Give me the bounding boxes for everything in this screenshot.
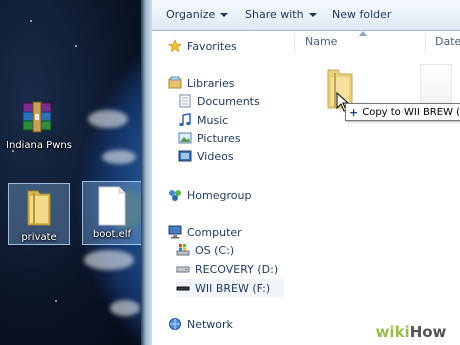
nav-label: Libraries [187,76,235,90]
file-icon [98,186,126,226]
nav-item-homegroup[interactable]: Homegroup [168,188,251,202]
homegroup-icon [169,190,181,201]
nav-label: Documents [197,94,260,108]
nav-item-recovery-d[interactable]: RECOVERY (D:) [176,262,278,276]
column-separator [294,33,295,53]
share-with-button[interactable]: Share with [245,8,317,21]
nav-item-network[interactable]: Network [168,317,233,331]
watermark-wiki: wiki [375,323,410,341]
nav-label: Homegroup [187,188,252,202]
libraries-icon [168,76,182,89]
nav-label: Favorites [187,39,237,53]
star [30,20,32,22]
nav-label: Videos [197,149,234,163]
star-icon [168,39,182,53]
desktop-icon-label: Indiana Pwns [6,140,72,151]
earth-cloud [84,250,134,270]
nav-item-music[interactable]: Music [178,113,228,127]
command-bar: Organize Share with New folder [152,0,460,31]
nav-item-os-c[interactable]: OS (C:) [176,243,234,257]
column-separator [425,33,426,53]
organize-label: Organize [166,8,216,21]
desktop-icon-label: boot.elf [92,229,132,240]
usb-drive-icon [176,286,190,291]
folder-icon [27,190,51,226]
network-icon [169,318,181,330]
nav-label: WII BREW (F:) [195,281,271,295]
sort-up-icon [359,31,367,36]
wikihow-watermark: wiki How [362,319,460,345]
share-with-label: Share with [245,8,304,21]
computer-icon [168,225,182,239]
chevron-down-icon [308,13,317,17]
desktop-icon-indiana-pwns[interactable]: Indiana Pwns [6,100,72,151]
winrar-archive-icon [22,101,52,133]
earth-cloud [88,110,128,128]
explorer-window: Organize Share with New folder Favorites… [152,0,460,345]
nav-label: Music [197,113,229,127]
nav-label: Network [187,317,233,331]
nav-item-videos[interactable]: Videos [178,149,234,163]
nav-label: OS (C:) [195,243,235,257]
nav-item-favorites[interactable]: Favorites [168,39,237,53]
documents-icon [179,94,191,108]
star [75,45,77,47]
nav-item-documents[interactable]: Documents [178,94,260,108]
copy-to-label: Copy to WII BREW (F:) [362,106,460,118]
nav-item-libraries[interactable]: Libraries [168,76,235,90]
navigation-pane: Favorites Libraries Documents Music Pict… [152,31,290,345]
nav-label: Pictures [197,131,241,145]
videos-icon [178,150,192,162]
nav-label: Computer [187,225,242,239]
desktop-icon-private[interactable]: private [8,183,70,245]
nav-item-computer[interactable]: Computer [168,225,242,239]
chevron-down-icon [220,13,229,17]
column-header-name[interactable]: Name [305,35,337,48]
music-icon [179,113,191,127]
windows-drive-icon [176,244,190,256]
nav-item-pictures[interactable]: Pictures [178,131,241,145]
desktop-background: Indiana Pwns private boot.elf [0,0,149,345]
new-folder-button[interactable]: New folder [332,8,391,21]
pictures-icon [178,132,192,144]
earth-cloud [102,150,136,164]
desktop-icon-label: private [21,232,57,243]
dragged-file-icon [420,64,452,106]
nav-item-wii-brew-f[interactable]: WII BREW (F:) [176,279,284,297]
desktop-icon-boot-elf[interactable]: boot.elf [82,181,142,245]
organize-button[interactable]: Organize [166,8,229,21]
drive-icon [176,266,190,273]
earth-cloud [110,300,140,316]
plus-icon: + [349,105,359,119]
column-header-date[interactable]: Date m [435,35,460,48]
watermark-how: How [409,323,447,341]
star [55,300,57,302]
nav-label: RECOVERY (D:) [195,262,279,276]
copy-to-tooltip: + Copy to WII BREW (F:) [345,103,460,121]
